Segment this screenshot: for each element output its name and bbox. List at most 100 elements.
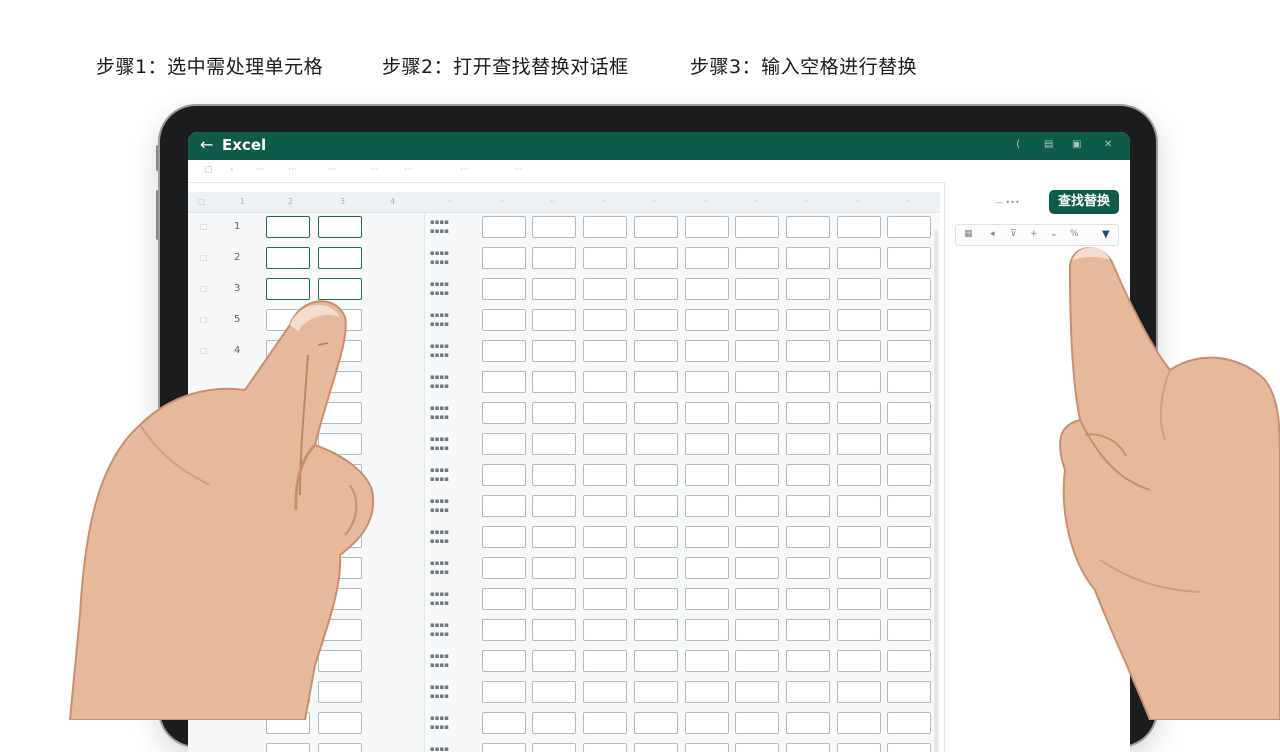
- selected-cell[interactable]: [318, 247, 362, 269]
- table-cell[interactable]: [735, 619, 779, 641]
- table-cell[interactable]: [482, 278, 526, 300]
- table-cell[interactable]: [786, 557, 830, 579]
- table-cell[interactable]: [685, 557, 729, 579]
- table-cell[interactable]: [482, 681, 526, 703]
- table-cell[interactable]: [634, 464, 678, 486]
- table-cell[interactable]: [786, 340, 830, 362]
- table-cell[interactable]: [583, 340, 627, 362]
- table-cell[interactable]: [735, 526, 779, 548]
- table-cell[interactable]: [837, 309, 881, 331]
- close-icon[interactable]: ✕: [1104, 138, 1112, 152]
- table-cell[interactable]: [583, 495, 627, 517]
- table-cell[interactable]: [583, 557, 627, 579]
- table-cell[interactable]: [482, 309, 526, 331]
- table-cell[interactable]: [532, 681, 576, 703]
- ribbon-tab-placeholder[interactable]: ···: [460, 165, 469, 175]
- table-cell[interactable]: [634, 278, 678, 300]
- table-cell[interactable]: [532, 619, 576, 641]
- table-cell[interactable]: [786, 495, 830, 517]
- table-cell[interactable]: [583, 247, 627, 269]
- table-cell[interactable]: [685, 526, 729, 548]
- table-cell[interactable]: [685, 309, 729, 331]
- table-cell[interactable]: [482, 557, 526, 579]
- table-cell[interactable]: [786, 743, 830, 752]
- table-cell[interactable]: [583, 619, 627, 641]
- selected-cell[interactable]: [266, 216, 310, 238]
- table-cell[interactable]: [583, 402, 627, 424]
- column-header-placeholder[interactable]: ··: [550, 197, 555, 206]
- table-cell[interactable]: [786, 619, 830, 641]
- row-number[interactable]: 2: [234, 252, 240, 263]
- column-header-placeholder[interactable]: ··: [703, 197, 708, 206]
- table-cell[interactable]: [837, 216, 881, 238]
- table-cell[interactable]: [887, 743, 931, 752]
- table-cell[interactable]: [837, 712, 881, 734]
- ribbon-tab-placeholder[interactable]: ‹: [230, 165, 234, 175]
- table-cell[interactable]: [482, 495, 526, 517]
- table-cell[interactable]: [685, 495, 729, 517]
- table-cell[interactable]: [482, 526, 526, 548]
- table-cell[interactable]: [786, 216, 830, 238]
- table-cell[interactable]: [583, 650, 627, 672]
- column-header-placeholder[interactable]: ··: [448, 197, 453, 206]
- table-cell[interactable]: [532, 247, 576, 269]
- column-header[interactable]: 2: [288, 197, 293, 206]
- column-header-placeholder[interactable]: ··: [855, 197, 860, 206]
- table-cell[interactable]: [583, 371, 627, 393]
- column-header[interactable]: 1: [240, 197, 245, 206]
- table-cell[interactable]: [786, 526, 830, 548]
- table-cell[interactable]: [634, 712, 678, 734]
- table-cell[interactable]: [887, 526, 931, 548]
- arrow-left-icon[interactable]: ←: [200, 136, 213, 154]
- table-cell[interactable]: [887, 619, 931, 641]
- table-cell[interactable]: [634, 402, 678, 424]
- column-header-placeholder[interactable]: ··: [905, 197, 910, 206]
- column-header[interactable]: 4: [390, 197, 395, 206]
- table-cell[interactable]: [685, 247, 729, 269]
- table-cell[interactable]: [786, 588, 830, 610]
- table-cell[interactable]: [634, 340, 678, 362]
- table-cell[interactable]: [482, 371, 526, 393]
- table-cell[interactable]: [735, 216, 779, 238]
- table-cell[interactable]: [735, 712, 779, 734]
- table-cell[interactable]: [786, 278, 830, 300]
- table-cell[interactable]: [837, 681, 881, 703]
- table-cell[interactable]: [583, 743, 627, 752]
- ribbon-tab-placeholder[interactable]: ···: [288, 165, 297, 175]
- row-number[interactable]: 1: [234, 221, 240, 232]
- table-cell[interactable]: [786, 681, 830, 703]
- column-header-placeholder[interactable]: ··: [601, 197, 606, 206]
- table-cell[interactable]: [532, 309, 576, 331]
- table-cell[interactable]: [583, 433, 627, 455]
- table-cell[interactable]: [735, 464, 779, 486]
- table-cell[interactable]: [837, 619, 881, 641]
- table-cell[interactable]: [735, 433, 779, 455]
- table-cell[interactable]: [887, 340, 931, 362]
- table-cell[interactable]: [685, 588, 729, 610]
- table-cell[interactable]: [887, 588, 931, 610]
- select-all-icon[interactable]: □: [198, 197, 206, 206]
- table-cell[interactable]: [786, 402, 830, 424]
- table-cell[interactable]: [786, 247, 830, 269]
- ribbon-tab-placeholder[interactable]: ···: [514, 165, 523, 175]
- table-cell[interactable]: [532, 588, 576, 610]
- table-cell[interactable]: [837, 464, 881, 486]
- column-header[interactable]: 3: [340, 197, 345, 206]
- ribbon-tab-placeholder[interactable]: ▢: [204, 165, 213, 175]
- table-cell[interactable]: [837, 278, 881, 300]
- table-cell[interactable]: [685, 340, 729, 362]
- filter-icon[interactable]: ⊽: [1010, 229, 1017, 240]
- table-cell[interactable]: [887, 557, 931, 579]
- print-icon[interactable]: ▤: [1044, 138, 1053, 152]
- table-cell[interactable]: [786, 464, 830, 486]
- table-cell[interactable]: [482, 340, 526, 362]
- table-cell[interactable]: [837, 650, 881, 672]
- table-cell[interactable]: [482, 464, 526, 486]
- table-cell[interactable]: [735, 309, 779, 331]
- plus-icon[interactable]: +: [1030, 229, 1038, 240]
- ribbon-tab-placeholder[interactable]: ···: [328, 165, 337, 175]
- column-header-placeholder[interactable]: ··: [804, 197, 809, 206]
- table-cell[interactable]: [735, 402, 779, 424]
- table-cell[interactable]: [634, 650, 678, 672]
- table-cell[interactable]: [685, 650, 729, 672]
